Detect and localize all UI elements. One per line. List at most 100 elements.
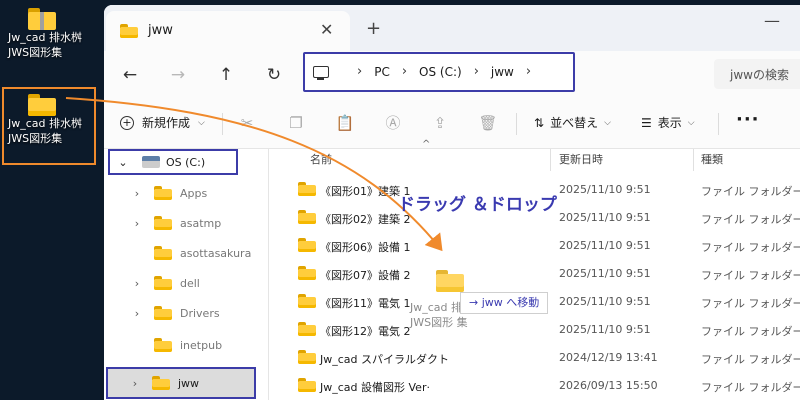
refresh-button[interactable]: ↻: [262, 63, 286, 87]
folder-icon: [154, 276, 172, 290]
folder-icon: [120, 24, 138, 38]
file-type: ファイル フォルダー: [701, 325, 800, 338]
chevron-right-icon[interactable]: ›: [130, 277, 144, 290]
folder-icon: [154, 306, 172, 320]
column-divider[interactable]: [550, 149, 551, 171]
column-divider[interactable]: [693, 149, 694, 171]
file-date: 2025/11/10 9:51: [559, 323, 651, 336]
tree-item-asatmp[interactable]: › asatmp: [130, 209, 290, 237]
address-bar[interactable]: › PC › OS (C:) › jww ›: [303, 52, 575, 92]
folder-icon: [298, 294, 316, 308]
new-tab-button[interactable]: +: [366, 18, 381, 39]
chevron-right-icon[interactable]: ›: [130, 187, 144, 200]
desktop-icon-label: Jw_cad 排水桝 JWS図形集: [8, 31, 83, 59]
search-placeholder: jwwの検索: [730, 68, 789, 82]
column-header-type[interactable]: 種類: [701, 149, 723, 175]
rename-icon[interactable]: Ⓐ: [383, 113, 403, 133]
tree-item-apps[interactable]: › Apps: [130, 179, 290, 207]
more-options-button[interactable]: ···: [736, 109, 760, 130]
file-name: 《図形12》電気 2: [320, 325, 411, 338]
tree-item-jww[interactable]: › jww: [106, 367, 256, 399]
folder-icon: [154, 186, 172, 200]
file-type: ファイル フォルダー: [701, 269, 800, 282]
file-name: Jw_cad 設備図形 Ver·: [320, 381, 430, 394]
view-label: 表示: [657, 116, 682, 130]
copy-icon[interactable]: ❐: [286, 113, 306, 133]
tree-label: inetpub: [180, 338, 223, 352]
chevron-down-icon: ⌵: [687, 117, 695, 128]
file-date: 2025/11/10 9:51: [559, 183, 651, 196]
column-header-date[interactable]: 更新日時: [559, 149, 603, 175]
folder-icon: [154, 216, 172, 230]
tree-label: jww: [178, 376, 200, 390]
folder-icon: [436, 270, 464, 292]
tree-item-os-drive[interactable]: ⌄ OS (C:): [108, 149, 238, 175]
chevron-right-icon[interactable]: ›: [130, 217, 144, 230]
paste-icon[interactable]: 📋: [335, 113, 355, 133]
forward-button[interactable]: →: [166, 63, 190, 87]
file-name: 《図形11》電気 1: [320, 297, 411, 310]
desktop-zip-folder[interactable]: Jw_cad 排水桝 JWS図形集: [0, 8, 84, 60]
folder-icon: [152, 376, 170, 390]
search-input[interactable]: jwwの検索: [714, 59, 800, 89]
divider: [222, 113, 223, 135]
new-label: 新規作成: [142, 116, 191, 130]
sort-icon: ⇅: [534, 115, 545, 130]
navigation-pane: ⌄ OS (C:) › Apps › asatmp asottasakura ›: [104, 149, 269, 400]
folder-icon: [154, 338, 172, 352]
tree-item-dell[interactable]: › dell: [130, 269, 290, 297]
tab-title: jww: [148, 23, 173, 38]
chevron-down-icon[interactable]: ⌄: [116, 156, 130, 169]
sort-button[interactable]: ⇅ 並べ替え ⌵: [534, 114, 611, 131]
folder-icon: [298, 350, 316, 364]
delete-icon[interactable]: 🗑: [478, 113, 498, 133]
new-button[interactable]: + 新規作成 ⌵: [120, 114, 205, 131]
folder-icon: [298, 182, 316, 196]
folder-icon: [298, 378, 316, 392]
chevron-down-icon: ⌵: [604, 117, 611, 128]
tree-label: dell: [180, 276, 200, 290]
column-header-name[interactable]: 名前: [310, 149, 332, 175]
chevron-right-icon[interactable]: ›: [130, 307, 144, 320]
tab-jww[interactable]: jww ✕: [106, 11, 350, 51]
folder-icon: [154, 246, 172, 260]
file-date: 2025/11/10 9:51: [559, 211, 651, 224]
share-icon[interactable]: ⇪: [430, 113, 450, 133]
tree-label: asatmp: [180, 216, 222, 230]
chevron-right-icon[interactable]: ›: [526, 64, 531, 79]
breadcrumb-drive[interactable]: OS (C:): [419, 65, 462, 79]
file-name: 《図形01》建築 1: [320, 185, 411, 198]
ghost-label: Jw_cad 排 JWS図形 集: [410, 301, 468, 329]
close-tab-icon[interactable]: ✕: [320, 20, 333, 39]
minimize-button[interactable]: —: [764, 11, 780, 30]
file-row[interactable]: Jw_cad 設備図形 Ver· 2026/09/13 15:50 ファイル フ…: [272, 371, 800, 399]
tree-label: Drivers: [180, 306, 220, 320]
file-type: ファイル フォルダー: [701, 213, 800, 226]
chevron-right-icon[interactable]: ›: [128, 377, 142, 390]
tree-item-drivers[interactable]: › Drivers: [130, 299, 290, 327]
divider: [718, 113, 719, 135]
drag-ghost: Jw_cad 排 JWS図形 集 → jww へ移動: [410, 266, 550, 336]
file-type: ファイル フォルダー: [701, 297, 800, 310]
sort-label: 並べ替え: [550, 116, 599, 130]
up-button[interactable]: ↑: [214, 63, 238, 87]
cut-icon[interactable]: ✂: [237, 113, 257, 133]
file-row[interactable]: Jw_cad スパイラルダクト 2024/12/19 13:41 ファイル フォ…: [272, 343, 800, 371]
file-date: 2026/09/13 15:50: [559, 379, 658, 392]
tree-label: OS (C:): [166, 155, 206, 169]
file-name: Jw_cad スパイラルダクト: [320, 353, 450, 366]
folder-icon: [298, 210, 316, 224]
view-button[interactable]: ☰ 表示 ⌵: [641, 114, 695, 131]
navigation-bar: ← → ↑ ↻ › PC › OS (C:) › jww › jwwの検索: [104, 51, 800, 99]
chevron-right-icon: ›: [401, 64, 408, 79]
computer-icon: [313, 65, 329, 80]
breadcrumb-pc[interactable]: PC: [374, 65, 390, 79]
file-type: ファイル フォルダー: [701, 241, 800, 254]
file-type: ファイル フォルダー: [701, 381, 800, 394]
tree-label: asottasakura: [180, 246, 252, 260]
file-date: 2025/11/10 9:51: [559, 295, 651, 308]
plus-circle-icon: +: [120, 115, 134, 130]
back-button[interactable]: ←: [118, 63, 142, 87]
breadcrumb-jww[interactable]: jww: [491, 65, 514, 79]
file-row[interactable]: 《図形06》設備 1 2025/11/10 9:51 ファイル フォルダー: [272, 231, 800, 259]
